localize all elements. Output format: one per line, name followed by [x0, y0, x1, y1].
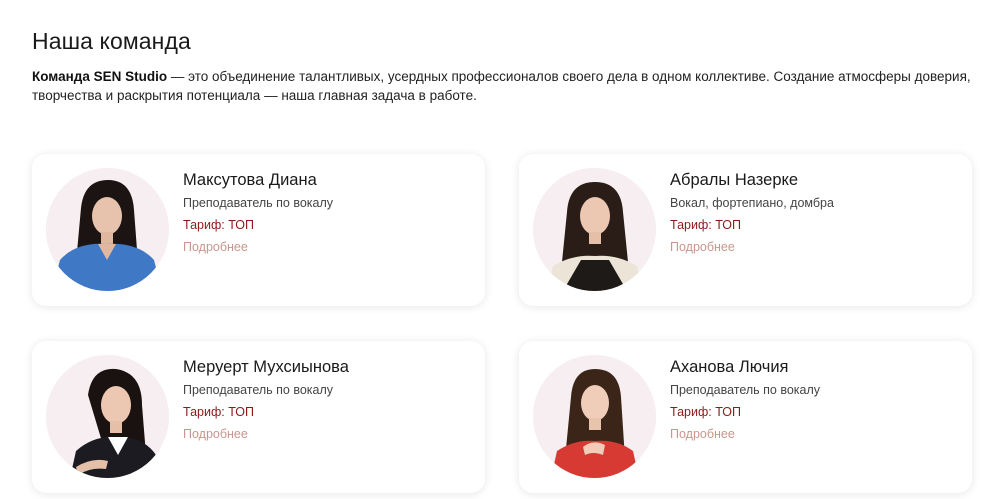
avatar — [533, 168, 656, 291]
member-name: Аханова Лючия — [670, 358, 789, 376]
avatar — [46, 168, 169, 291]
more-link[interactable]: Подробнее — [670, 239, 834, 255]
member-role: Преподаватель по вокалу — [183, 383, 334, 397]
avatar — [46, 355, 169, 478]
team-card[interactable]: Максутова Диана Преподаватель по вокалу … — [32, 154, 485, 306]
avatar — [533, 355, 656, 478]
section-title: Наша команда — [32, 28, 191, 54]
member-tariff: Тариф: ТОП — [670, 405, 741, 419]
more-link[interactable]: Подробнее — [670, 426, 820, 442]
section-intro: Команда SEN Studio — это объединение тал… — [32, 67, 982, 105]
member-role: Преподаватель по вокалу — [183, 196, 334, 210]
member-role: Вокал, фортепиано, домбра — [670, 196, 834, 210]
team-card[interactable]: Меруерт Мухсиынова Преподаватель по вока… — [32, 341, 485, 493]
member-tariff: Тариф: ТОП — [183, 218, 254, 232]
member-tariff: Тариф: ТОП — [670, 218, 741, 232]
more-link[interactable]: Подробнее — [183, 239, 333, 255]
member-role: Преподаватель по вокалу — [670, 383, 821, 397]
member-name: Максутова Диана — [183, 171, 317, 189]
intro-text: — это объединение талантливых, усердных … — [32, 69, 971, 103]
team-card[interactable]: Аханова Лючия Преподаватель по вокалу Та… — [519, 341, 972, 493]
member-name: Меруерт Мухсиынова — [183, 358, 349, 376]
member-tariff: Тариф: ТОП — [183, 405, 254, 419]
team-card[interactable]: Абралы Назерке Вокал, фортепиано, домбра… — [519, 154, 972, 306]
more-link[interactable]: Подробнее — [183, 426, 349, 442]
intro-bold: Команда SEN Studio — [32, 69, 168, 84]
member-name: Абралы Назерке — [670, 171, 799, 189]
